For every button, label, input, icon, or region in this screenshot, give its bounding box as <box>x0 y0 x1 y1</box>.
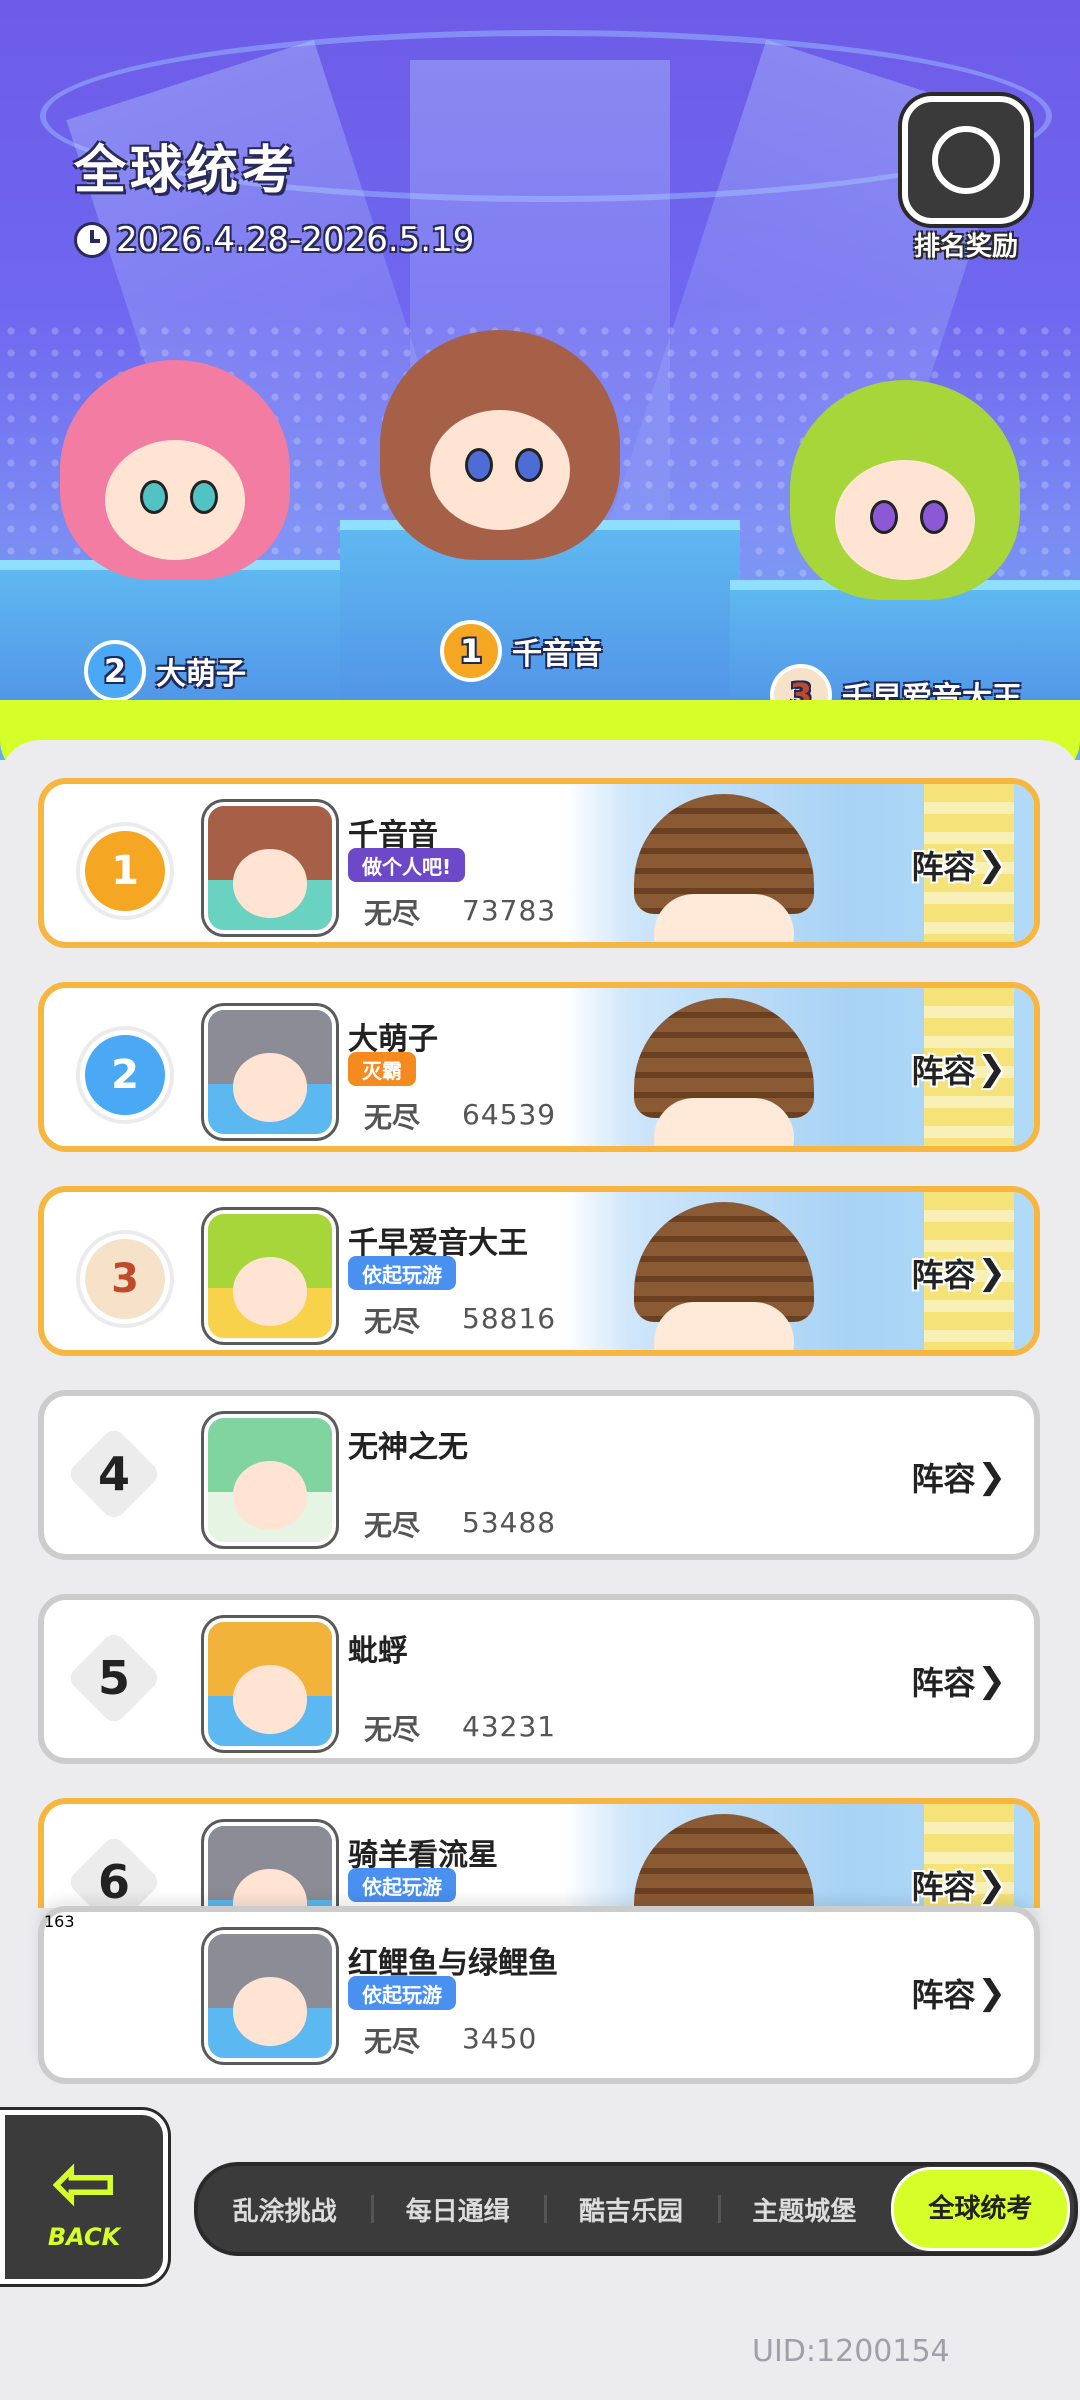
chevron-right-icon: ❯ <box>977 845 1007 885</box>
avatar[interactable] <box>204 802 336 934</box>
podium-avatar-second[interactable] <box>60 360 290 580</box>
lineup-label: 阵容 <box>911 1256 976 1294</box>
lineup-label: 阵容 <box>911 1460 976 1498</box>
user-id: UID:1200154 <box>752 2334 950 2369</box>
podium-avatar-first[interactable] <box>380 330 620 560</box>
bronze-medal-icon: 3 <box>80 1234 170 1324</box>
player-name: 无神之无 <box>348 1430 468 1465</box>
tab-doodle-challenge[interactable]: 乱涂挑战 <box>198 2191 371 2228</box>
lineup-button[interactable]: 阵容 ❯ <box>911 1970 1006 2016</box>
player-title-badge: 灭霸 <box>348 1052 416 1086</box>
leaderboard-row[interactable]: 6 骑羊看流星 依起玩游 阵容 ❯ <box>38 1798 1040 1908</box>
tab-theme-castle[interactable]: 主题城堡 <box>717 2191 891 2228</box>
player-name: 蚍蜉 <box>348 1634 408 1669</box>
chevron-right-icon: ❯ <box>977 1049 1007 1089</box>
avatar[interactable] <box>204 1930 336 2062</box>
mode-label: 无尽 <box>364 1101 421 1134</box>
ranking-reward-button[interactable]: 排名奖励 <box>896 96 1036 262</box>
chevron-right-icon: ❯ <box>977 1661 1007 1701</box>
back-button[interactable]: ⇦ BACK <box>0 2110 168 2284</box>
lineup-label: 阵容 <box>911 1052 976 1090</box>
avatar[interactable] <box>204 1210 336 1342</box>
avatar[interactable] <box>204 1618 336 1750</box>
lineup-button[interactable]: 阵容 ❯ <box>911 1658 1006 1704</box>
date-range-text: 2026.4.28-2026.5.19 <box>116 220 475 260</box>
podium-avatar-third[interactable] <box>790 380 1020 600</box>
score: 64539 <box>462 1098 557 1131</box>
leaderboard-row[interactable]: 3 千早爱音大王 依起玩游 无尽 58816 阵容 ❯ <box>38 1186 1040 1356</box>
date-range: 2026.4.28-2026.5.19 <box>74 220 474 260</box>
avatar[interactable] <box>204 1414 336 1546</box>
tab-global-exam[interactable]: 全球统考 <box>890 2167 1071 2251</box>
score: 43231 <box>462 1710 557 1743</box>
rank-number: 4 <box>74 1434 154 1514</box>
back-arrow-icon: ⇦ <box>50 2136 118 2229</box>
chevron-right-icon: ❯ <box>977 1457 1007 1497</box>
tab-daily-wanted[interactable]: 每日通缉 <box>371 2191 544 2228</box>
lineup-label: 阵容 <box>911 1664 976 1702</box>
avatar[interactable] <box>204 1006 336 1138</box>
score: 53488 <box>462 1506 557 1539</box>
lineup-label: 阵容 <box>911 1976 976 2014</box>
lime-divider <box>0 700 1080 780</box>
gold-medal-icon: 1 <box>80 826 170 916</box>
rank-badge-icon: 1 <box>440 620 502 682</box>
podium-label-second: 2 大萌子 <box>84 640 246 702</box>
rank-number: 5 <box>74 1638 154 1718</box>
mode-label: 无尽 <box>364 1305 421 1338</box>
back-label: BACK <box>47 2223 121 2251</box>
lineup-label: 阵容 <box>911 848 976 886</box>
lineup-button[interactable]: 阵容 ❯ <box>911 842 1006 888</box>
chevron-right-icon: ❯ <box>977 1865 1007 1905</box>
podium-name: 大萌子 <box>156 657 246 692</box>
trophy-icon <box>902 96 1030 224</box>
lineup-button[interactable]: 阵容 ❯ <box>911 1250 1006 1296</box>
player-title-badge: 依起玩游 <box>348 1976 456 2010</box>
clock-icon <box>74 222 110 258</box>
leaderboard-row[interactable]: 1 千音音 做个人吧! 无尽 73783 阵容 ❯ <box>38 778 1040 948</box>
player-title-badge: 做个人吧! <box>348 848 466 882</box>
lineup-button[interactable]: 阵容 ❯ <box>911 1454 1006 1500</box>
mode-label: 无尽 <box>364 897 421 930</box>
score: 73783 <box>462 894 557 927</box>
ranking-reward-label: 排名奖励 <box>913 232 1018 262</box>
player-title-badge: 依起玩游 <box>348 1256 456 1290</box>
player-title-badge: 依起玩游 <box>348 1868 456 1902</box>
score: 58816 <box>462 1302 557 1335</box>
lineup-button[interactable]: 阵容 ❯ <box>911 1046 1006 1092</box>
podium-name: 千音音 <box>512 637 602 672</box>
rank-number: 163 <box>44 1912 75 1931</box>
mode-label: 无尽 <box>364 1509 421 1542</box>
podium-label-first: 1 千音音 <box>440 620 602 682</box>
rank-number: 6 <box>74 1842 154 1908</box>
chevron-right-icon: ❯ <box>977 1973 1007 2013</box>
rank-badge-icon: 2 <box>84 640 146 702</box>
leaderboard-row[interactable]: 4 无神之无 无尽 53488 阵容 ❯ <box>38 1390 1040 1560</box>
chevron-right-icon: ❯ <box>977 1253 1007 1293</box>
lineup-button[interactable]: 阵容 ❯ <box>911 1862 1006 1908</box>
leaderboard-row[interactable]: 2 大萌子 灭霸 无尽 64539 阵容 ❯ <box>38 982 1040 1152</box>
lineup-label: 阵容 <box>911 1868 976 1906</box>
tab-kuji-park[interactable]: 酷吉乐园 <box>544 2191 717 2228</box>
score: 3450 <box>462 2022 538 2055</box>
silver-medal-icon: 2 <box>80 1030 170 1120</box>
mode-tab-bar: 乱涂挑战 每日通缉 酷吉乐园 主题城堡 全球统考 <box>194 2162 1078 2256</box>
my-rank-row[interactable]: 163 红鲤鱼与绿鲤鱼 依起玩游 无尽 3450 阵容 ❯ <box>38 1906 1040 2084</box>
mode-label: 无尽 <box>364 1713 421 1746</box>
leaderboard-row[interactable]: 5 蚍蜉 无尽 43231 阵容 ❯ <box>38 1594 1040 1764</box>
mode-label: 无尽 <box>364 2025 421 2058</box>
page-title: 全球统考 <box>74 141 299 201</box>
avatar[interactable] <box>204 1822 336 1908</box>
